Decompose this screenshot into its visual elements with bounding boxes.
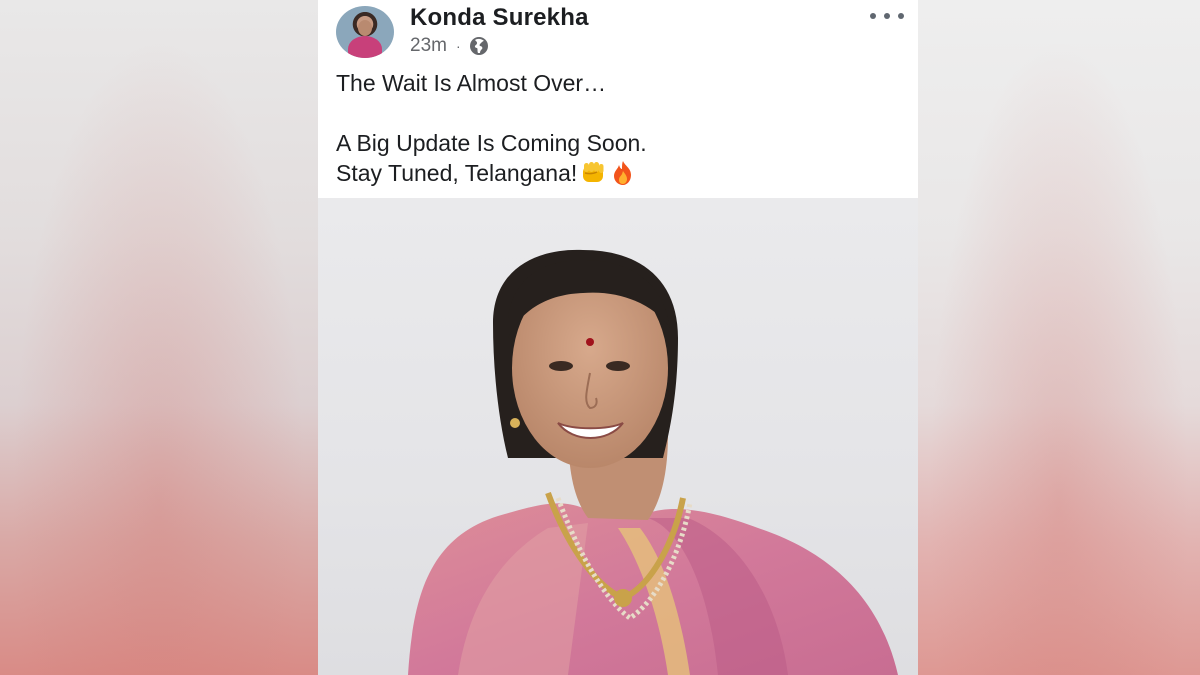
- fire-emoji: [614, 161, 632, 185]
- globe-icon: [469, 37, 488, 55]
- author-name[interactable]: Konda Surekha: [410, 4, 589, 32]
- post-line-3-text: Stay Tuned, Telangana!: [336, 160, 578, 186]
- avatar[interactable]: [336, 6, 394, 58]
- post-line-3: Stay Tuned, Telangana!: [336, 158, 906, 188]
- post-timestamp[interactable]: 23m: [410, 35, 447, 57]
- post-header: Konda Surekha 23m ·: [318, 0, 918, 62]
- post-meta: 23m ·: [410, 35, 489, 57]
- post-line-2: A Big Update Is Coming Soon.: [336, 130, 647, 156]
- background-left: [0, 0, 318, 675]
- raised-fist-emoji: [583, 162, 604, 182]
- post-text: The Wait Is Almost Over… A Big Update Is…: [336, 68, 906, 188]
- portrait-image: [408, 249, 898, 675]
- post-photo[interactable]: [318, 198, 918, 675]
- more-options-icon[interactable]: [870, 4, 904, 28]
- background-right: [918, 0, 1200, 675]
- facebook-post: Konda Surekha 23m · The Wait Is Almost O…: [318, 0, 918, 675]
- meta-separator: ·: [455, 38, 461, 54]
- post-line-1: The Wait Is Almost Over…: [336, 70, 607, 96]
